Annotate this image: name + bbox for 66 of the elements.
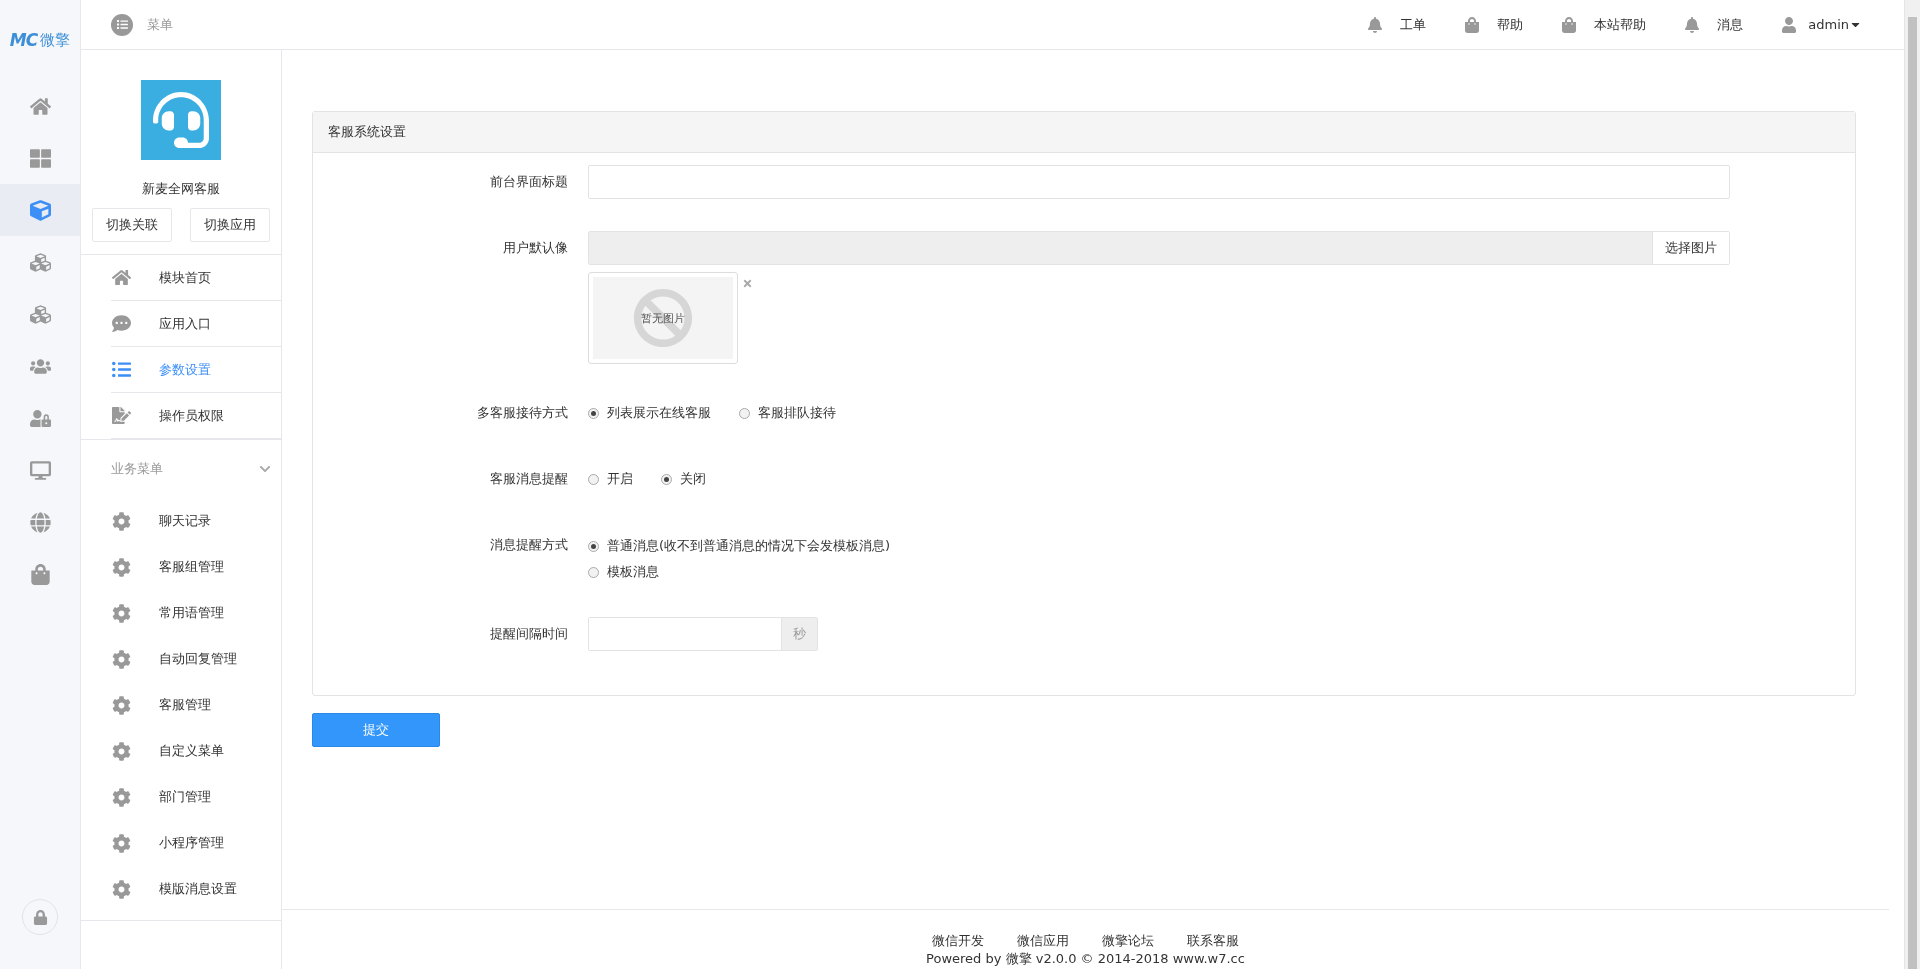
bell-icon — [1684, 16, 1701, 33]
user-icon — [1781, 16, 1798, 33]
chat-icon — [111, 314, 131, 333]
scrollbar[interactable] — [1904, 0, 1920, 969]
footer-link[interactable]: 微信开发 — [932, 932, 984, 950]
field-label: 消息提醒方式 — [489, 536, 569, 554]
no-image-icon — [633, 288, 693, 348]
gear-icon — [111, 511, 131, 531]
field-label: 用户默认像 — [502, 239, 569, 257]
bag-icon — [1464, 16, 1481, 33]
footer-link[interactable]: 联系客服 — [1187, 932, 1239, 950]
document-icon — [111, 406, 131, 425]
menu-item[interactable]: 客服组管理 — [111, 544, 281, 590]
close-icon[interactable] — [742, 278, 753, 289]
gear-icon — [111, 741, 131, 761]
bag-icon — [1561, 16, 1578, 33]
menu-icon — [111, 13, 133, 36]
radio-option[interactable]: 模板消息 — [588, 561, 1730, 583]
gear-icon — [111, 557, 131, 577]
switch-button[interactable]: 切换应用 — [190, 208, 270, 242]
menu-item[interactable]: 部门管理 — [111, 774, 281, 820]
copyright-text: Powered by 微擎 v2.0.0 © 2014-2018 www.w7.cc — [926, 950, 1245, 967]
panel-title: 客服系统设置 — [313, 112, 1855, 153]
field-label: 前台界面标题 — [489, 173, 569, 191]
menu-item[interactable]: 客服管理 — [111, 682, 281, 728]
gear-icon — [111, 649, 131, 669]
avatar-field[interactable]: 选择图片 — [588, 231, 1730, 265]
list-icon — [111, 360, 131, 379]
title-input[interactable] — [588, 165, 1730, 199]
top-link[interactable]: 本站帮助 — [1561, 15, 1647, 34]
menu-item[interactable]: 聊天记录 — [111, 498, 281, 544]
top-link[interactable]: 帮助 — [1464, 15, 1524, 34]
gear-icon — [111, 603, 131, 623]
menu-item[interactable]: 常用语管理 — [111, 590, 281, 636]
menu-item[interactable]: 小程序管理 — [111, 820, 281, 866]
radio-option[interactable]: 关闭 — [661, 462, 706, 496]
top-link[interactable]: 消息 — [1684, 15, 1744, 34]
menu-item[interactable]: 模版消息设置 — [111, 866, 281, 912]
menu-item[interactable]: 自定义菜单 — [111, 728, 281, 774]
gear-icon — [111, 787, 131, 807]
switch-button[interactable]: 切换关联 — [92, 208, 172, 242]
radio-option[interactable]: 列表展示在线客服 — [588, 396, 711, 430]
cube-icon[interactable] — [0, 184, 80, 236]
radio-option[interactable]: 普通消息(收不到普通消息的情况下会发模板消息) — [588, 535, 1730, 557]
gear-icon — [111, 879, 131, 899]
nav-item[interactable]: 操作员权限 — [111, 393, 281, 439]
radio-option[interactable]: 客服排队接待 — [739, 396, 836, 430]
no-image-text: 暂无图片 — [641, 310, 685, 326]
gear-icon — [111, 833, 131, 853]
field-label: 多客服接待方式 — [476, 404, 569, 422]
app-name: 新麦全网客服 — [142, 180, 220, 198]
field-label: 提醒间隔时间 — [489, 625, 569, 643]
choose-image-button[interactable]: 选择图片 — [1652, 232, 1729, 264]
footer-link[interactable]: 微信应用 — [1017, 932, 1069, 950]
nav-item[interactable]: 模块首页 — [111, 255, 281, 301]
radio-option[interactable]: 开启 — [588, 462, 633, 496]
home-icon — [111, 268, 131, 287]
top-link[interactable]: 工单 — [1367, 15, 1427, 34]
menu-item[interactable]: 自动回复管理 — [111, 636, 281, 682]
gear-icon — [111, 695, 131, 715]
bell-icon — [1367, 16, 1384, 33]
unit-addon: 秒 — [781, 618, 817, 650]
footer-link[interactable]: 微擎论坛 — [1102, 932, 1154, 950]
field-label: 客服消息提醒 — [489, 470, 569, 488]
nav-item[interactable]: 应用入口 — [111, 301, 281, 347]
user-menu[interactable]: admin — [1781, 16, 1862, 33]
